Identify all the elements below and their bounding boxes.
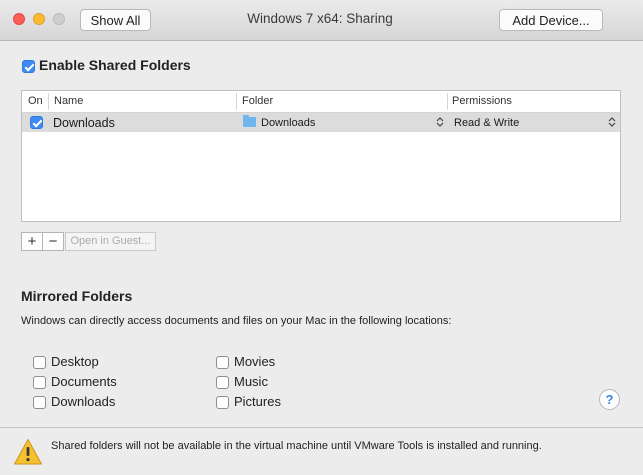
mirrored-folders-title: Mirrored Folders [21, 288, 133, 304]
column-header-on[interactable]: On [28, 95, 43, 107]
desktop-checkbox[interactable] [33, 356, 46, 369]
permissions-select-arrows-icon[interactable] [608, 116, 616, 128]
table-row[interactable]: Downloads Downloads Read & Write [22, 113, 620, 132]
warning-bar: Shared folders will not be available in … [0, 427, 643, 475]
column-header-permissions[interactable]: Permissions [452, 95, 512, 107]
desktop-label: Desktop [51, 354, 99, 369]
minimize-icon[interactable] [33, 13, 45, 25]
pictures-label: Pictures [234, 394, 281, 409]
close-icon[interactable] [13, 13, 25, 25]
warning-message: Shared folders will not be available in … [51, 440, 542, 452]
table-header: On Name Folder Permissions [22, 91, 620, 113]
add-folder-button[interactable]: + [21, 232, 43, 251]
folder-icon [243, 115, 256, 127]
row-permissions-select[interactable]: Read & Write [454, 117, 519, 129]
enable-shared-folders-checkbox[interactable] [22, 60, 35, 73]
help-button[interactable]: ? [599, 389, 620, 410]
music-checkbox[interactable] [216, 376, 229, 389]
pictures-checkbox[interactable] [216, 396, 229, 409]
movies-label: Movies [234, 354, 276, 369]
add-device-button[interactable]: Add Device... [499, 9, 603, 31]
zoom-icon[interactable] [53, 13, 65, 25]
documents-label: Documents [51, 374, 117, 389]
documents-checkbox[interactable] [33, 376, 46, 389]
title-bar: Show All Windows 7 x64: Sharing Add Devi… [0, 0, 643, 41]
open-in-guest-button[interactable]: Open in Guest... [65, 232, 156, 251]
downloads-checkbox[interactable] [33, 396, 46, 409]
column-header-name[interactable]: Name [54, 95, 83, 107]
row-name: Downloads [53, 116, 115, 130]
enable-shared-folders-label: Enable Shared Folders [39, 57, 191, 73]
mirrored-folders-description: Windows can directly access documents an… [21, 315, 452, 327]
show-all-button[interactable]: Show All [80, 9, 151, 31]
window-title: Windows 7 x64: Sharing [247, 11, 393, 26]
music-label: Music [234, 374, 268, 389]
movies-checkbox[interactable] [216, 356, 229, 369]
shared-folders-table: On Name Folder Permissions Downloads Dow… [21, 90, 621, 222]
remove-folder-button[interactable]: − [42, 232, 64, 251]
warning-triangle-icon [13, 438, 43, 466]
row-on-checkbox[interactable] [30, 116, 43, 129]
folder-select-arrows-icon[interactable] [436, 116, 444, 128]
downloads-label: Downloads [51, 394, 116, 409]
row-folder-select[interactable]: Downloads [261, 117, 315, 129]
sharing-window: Show All Windows 7 x64: Sharing Add Devi… [0, 0, 643, 475]
column-header-folder[interactable]: Folder [242, 95, 273, 107]
